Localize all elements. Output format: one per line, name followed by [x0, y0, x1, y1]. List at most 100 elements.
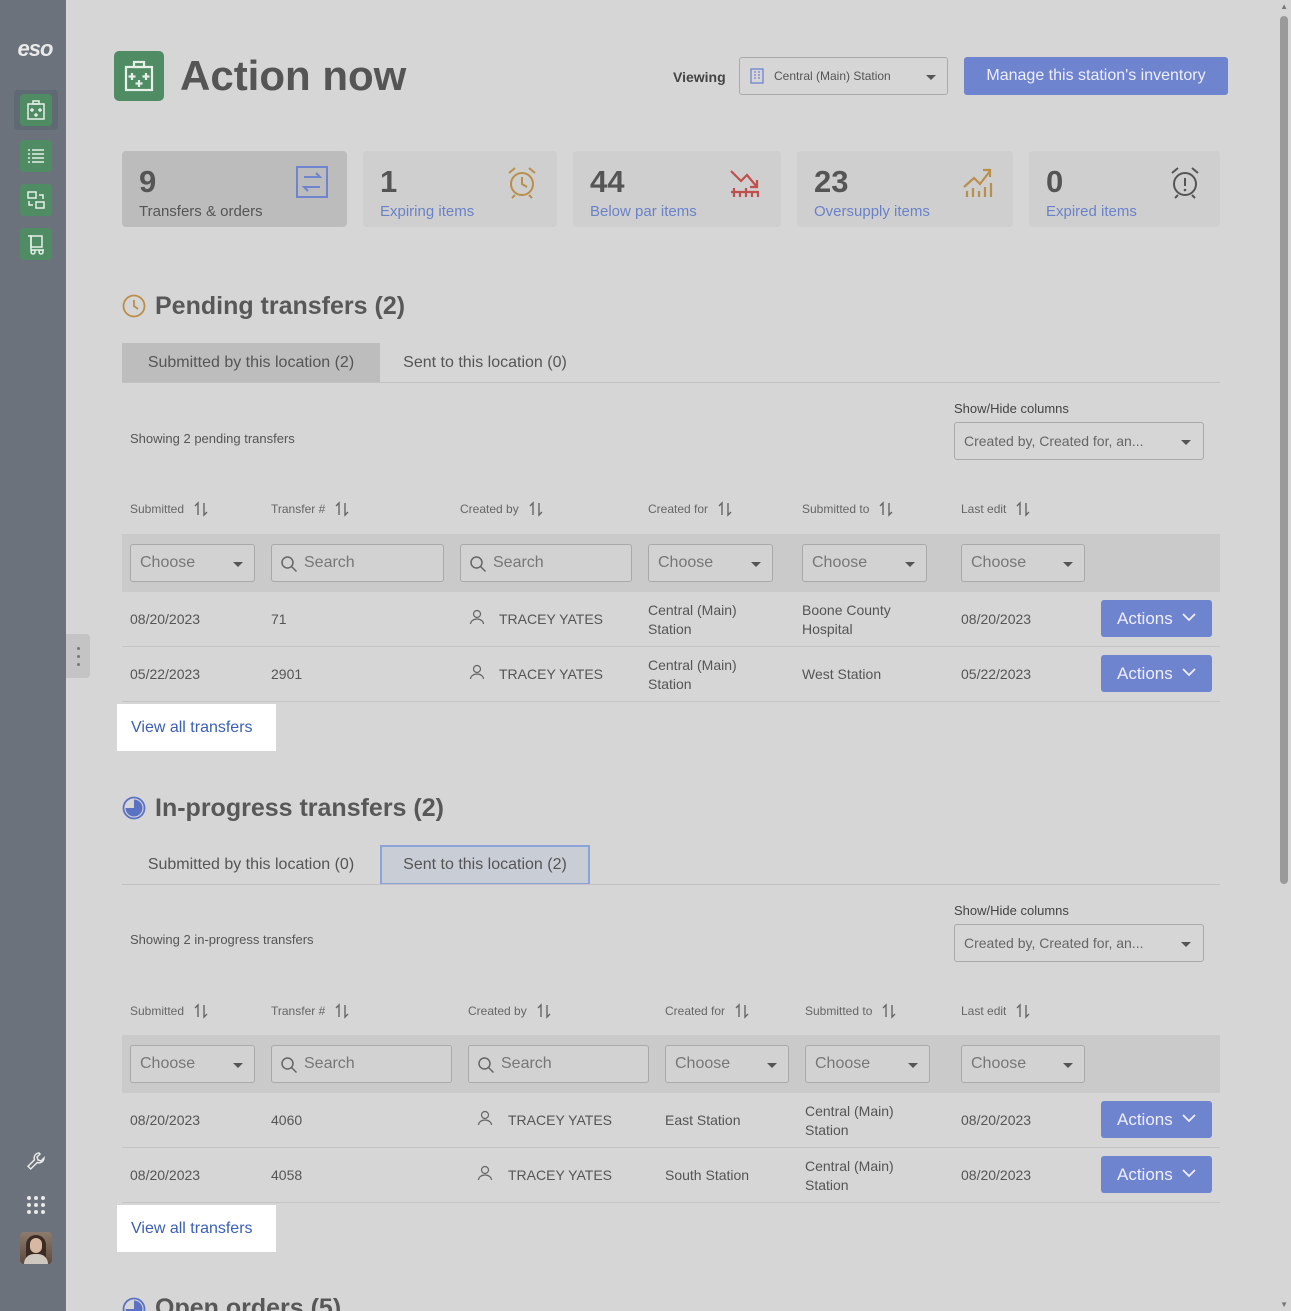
chevron-down-icon — [1063, 562, 1073, 567]
stat-count: 0 — [1046, 164, 1064, 199]
user-icon — [469, 664, 485, 680]
filter-submitted-to-select[interactable]: Choose — [805, 1045, 930, 1083]
pending-showing-count: Showing 2 pending transfers — [130, 431, 295, 446]
filter-transfer-search[interactable]: Search — [271, 544, 444, 582]
stat-transfers-orders[interactable]: 9 Transfers & orders — [122, 151, 347, 227]
filter-transfer-search[interactable]: Search — [271, 1045, 452, 1083]
tab-pending-submitted[interactable]: Submitted by this location (2) — [122, 343, 380, 383]
tab-inprogress-sent[interactable]: Sent to this location (2) — [380, 845, 590, 885]
user-avatar[interactable] — [20, 1232, 52, 1264]
tab-pending-sent[interactable]: Sent to this location (0) — [380, 343, 590, 383]
transfer-boxes-icon — [20, 184, 52, 216]
cell-last-edit: 05/22/2023 — [961, 666, 1032, 682]
nav-orders[interactable] — [14, 224, 58, 264]
actions-button[interactable]: Actions — [1101, 1156, 1212, 1193]
chevron-down-icon — [767, 1063, 777, 1068]
scrollbar[interactable]: ▲ ▼ — [1276, 0, 1291, 1311]
col-last-edit[interactable]: Last edit — [961, 1003, 1030, 1019]
actions-button[interactable]: Actions — [1101, 1101, 1212, 1138]
nav-action-now[interactable] — [14, 90, 58, 130]
pending-transfers-title: Pending transfers (2) — [155, 292, 406, 320]
stat-expiring-items[interactable]: 1 Expiring items — [363, 151, 557, 227]
col-created-by[interactable]: Created by — [460, 501, 543, 517]
sort-icon — [735, 1003, 749, 1019]
sidebar-resize-handle[interactable] — [66, 634, 90, 678]
stat-label: Expiring items — [380, 203, 475, 220]
cell-submitted: 08/20/2023 — [130, 1112, 201, 1128]
chevron-down-icon — [908, 1063, 918, 1068]
view-all-transfers-link[interactable]: View all transfers — [117, 1205, 276, 1252]
sort-icon — [529, 501, 543, 517]
sort-icon — [879, 501, 893, 517]
filter-last-edit-select[interactable]: Choose — [961, 1045, 1085, 1083]
progress-pie-icon — [122, 1297, 146, 1311]
cell-submitted-to: Central (Main) Station — [805, 1158, 894, 1193]
stat-expired-items[interactable]: 0 Expired items — [1029, 151, 1220, 227]
tab-inprogress-submitted[interactable]: Submitted by this location (0) — [122, 845, 380, 885]
clock-icon — [122, 294, 146, 318]
user-icon — [469, 609, 485, 625]
show-hide-columns-select[interactable]: Created by, Created for, an... — [954, 924, 1204, 962]
actions-button[interactable]: Actions — [1101, 655, 1212, 692]
filter-last-edit-select[interactable]: Choose — [961, 544, 1085, 582]
col-last-edit[interactable]: Last edit — [961, 501, 1030, 517]
chevron-down-icon — [1181, 440, 1191, 445]
chevron-down-icon — [1182, 613, 1196, 622]
stat-below-par-items[interactable]: 44 Below par items — [573, 151, 781, 227]
view-all-transfers-link[interactable]: View all transfers — [117, 704, 276, 751]
scroll-down-arrow[interactable]: ▼ — [1280, 1300, 1288, 1309]
stat-oversupply-items[interactable]: 23 Oversupply items — [797, 151, 1013, 227]
station-select-value: Central (Main) Station — [774, 69, 891, 83]
sort-icon — [1016, 1003, 1030, 1019]
wrench-icon[interactable] — [20, 1145, 52, 1177]
station-select[interactable]: Central (Main) Station — [739, 57, 948, 95]
chevron-down-icon — [1182, 1169, 1196, 1178]
col-submitted[interactable]: Submitted — [130, 1003, 208, 1019]
col-submitted[interactable]: Submitted — [130, 501, 208, 517]
transfer-icon — [296, 166, 328, 198]
col-submitted-to[interactable]: Submitted to — [805, 1003, 896, 1019]
eso-logo: eso — [17, 36, 54, 61]
actions-button[interactable]: Actions — [1101, 600, 1212, 637]
alarm-clock-icon — [508, 167, 536, 199]
manage-inventory-button[interactable]: Manage this station's inventory — [964, 57, 1228, 95]
viewing-label: Viewing — [673, 69, 726, 85]
show-hide-columns-select[interactable]: Created by, Created for, an... — [954, 422, 1204, 460]
cell-submitted-to: Central (Main) Station — [805, 1103, 894, 1138]
show-hide-label: Show/Hide columns — [954, 401, 1069, 416]
nav-inventory-list[interactable] — [14, 136, 58, 176]
user-icon — [477, 1110, 493, 1126]
col-created-for[interactable]: Created for — [665, 1003, 749, 1019]
col-created-by[interactable]: Created by — [468, 1003, 551, 1019]
filter-created-for-select[interactable]: Choose — [648, 544, 773, 582]
chevron-down-icon — [905, 562, 915, 567]
filter-created-by-search[interactable]: Search — [468, 1045, 649, 1083]
tabs-divider — [122, 884, 1220, 885]
filter-submitted-select[interactable]: Choose — [130, 544, 255, 582]
scrollbar-thumb[interactable] — [1280, 16, 1288, 884]
list-icon — [20, 140, 52, 172]
chevron-down-icon — [233, 1063, 243, 1068]
filter-submitted-select[interactable]: Choose — [130, 1045, 255, 1083]
col-transfer-number[interactable]: Transfer # — [271, 501, 349, 517]
filter-submitted-to-select[interactable]: Choose — [802, 544, 927, 582]
cell-transfer: 4058 — [271, 1167, 303, 1183]
sort-icon — [194, 501, 208, 517]
col-created-for[interactable]: Created for — [648, 501, 732, 517]
stat-label: Transfers & orders — [139, 203, 263, 220]
stat-label: Oversupply items — [814, 203, 930, 220]
chevron-down-icon — [1063, 1063, 1073, 1068]
filter-created-for-select[interactable]: Choose — [665, 1045, 789, 1083]
apps-grid-icon[interactable] — [20, 1189, 52, 1221]
chevron-down-icon — [1182, 668, 1196, 677]
medical-kit-icon — [114, 51, 164, 101]
stat-count: 9 — [139, 164, 157, 199]
col-transfer-number[interactable]: Transfer # — [271, 1003, 349, 1019]
filter-created-by-search[interactable]: Search — [460, 544, 632, 582]
chevron-down-icon — [233, 562, 243, 567]
col-submitted-to[interactable]: Submitted to — [802, 501, 893, 517]
stat-label: Below par items — [590, 203, 697, 220]
scroll-up-arrow[interactable]: ▲ — [1280, 2, 1288, 11]
nav-transfers[interactable] — [14, 180, 58, 220]
stat-count: 1 — [380, 164, 398, 199]
